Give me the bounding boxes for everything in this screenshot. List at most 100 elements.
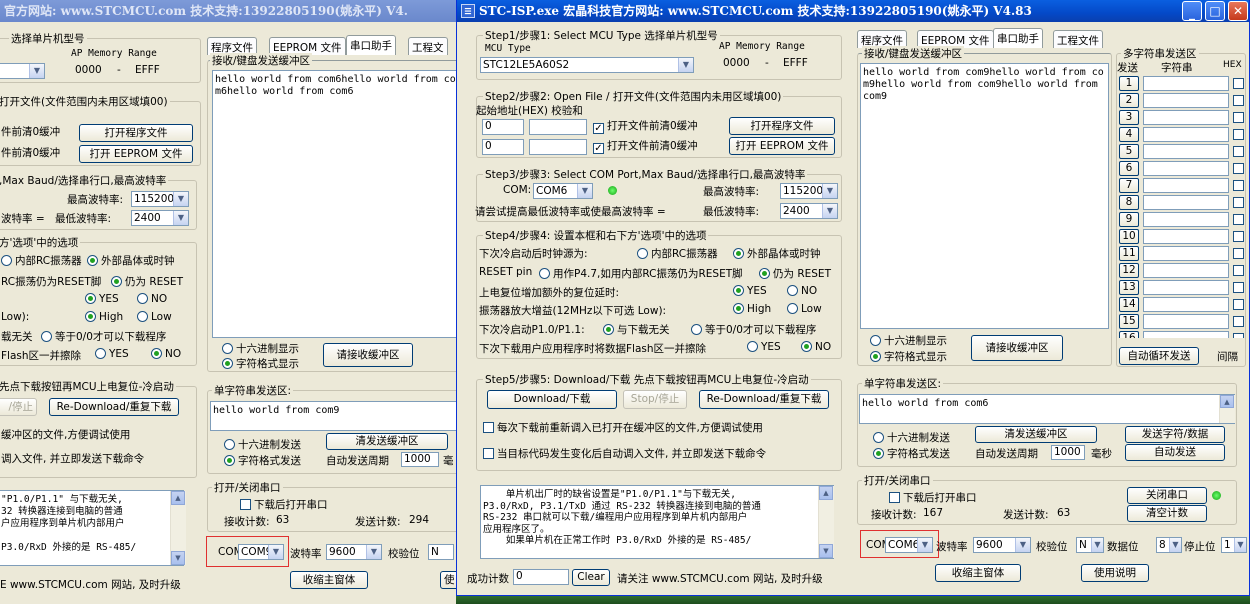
- multi-send-input[interactable]: [1143, 297, 1229, 312]
- bg-r3a[interactable]: YES: [85, 293, 119, 305]
- download-button[interactable]: Download/下载: [487, 390, 617, 409]
- multi-send-input[interactable]: [1143, 127, 1229, 142]
- multi-hex-checkbox[interactable]: [1233, 112, 1244, 123]
- mcu-type-select[interactable]: STC12LE5A60S2 ▼: [480, 57, 694, 73]
- serial-parity-select[interactable]: N ▼: [1076, 537, 1104, 553]
- scroll-down-icon[interactable]: ▼: [171, 551, 185, 565]
- multi-send-button[interactable]: 7: [1119, 178, 1139, 193]
- serial-data-bits-select[interactable]: 8 ▼: [1156, 537, 1182, 553]
- multi-send-input[interactable]: [1143, 331, 1229, 338]
- multi-hex-checkbox[interactable]: [1233, 265, 1244, 276]
- char-send-radio[interactable]: 字符格式发送: [873, 446, 950, 461]
- reload-before-download-check[interactable]: 每次下载前重新调入已打开在缓冲区的文件,方便调试使用: [483, 420, 763, 435]
- bg-open-on-dl[interactable]: 下载后打开串口: [240, 497, 328, 512]
- reset-p47-radio[interactable]: 用作P4.7,如用内部RC振荡仍为RESET脚: [539, 266, 743, 281]
- bg-open-eeprom-button[interactable]: 打开 EEPROM 文件: [79, 145, 193, 163]
- bg-clear-send-button[interactable]: 清发送缓冲区: [326, 433, 448, 450]
- scroll-down-icon[interactable]: ▼: [819, 544, 833, 558]
- auto-send-button[interactable]: 自动发送: [1125, 444, 1225, 461]
- bg-hex-display[interactable]: 十六进制显示: [222, 341, 299, 356]
- multi-hex-checkbox[interactable]: [1233, 316, 1244, 327]
- multi-hex-checkbox[interactable]: [1233, 163, 1244, 174]
- bg-r5b[interactable]: 等于0/0才可以下载程序: [41, 329, 166, 344]
- multi-send-button[interactable]: 13: [1119, 280, 1139, 295]
- clear-recv-button[interactable]: 请接收缓冲区: [971, 335, 1063, 361]
- multi-send-input[interactable]: [1143, 144, 1229, 159]
- multi-hex-checkbox[interactable]: [1233, 333, 1244, 338]
- clear-send-button[interactable]: 清发送缓冲区: [975, 426, 1097, 443]
- reset-keep-radio[interactable]: 仍为 RESET: [759, 266, 831, 281]
- scroll-up-icon[interactable]: ▲: [1220, 395, 1234, 408]
- multi-hex-checkbox[interactable]: [1233, 299, 1244, 310]
- bg-r6c[interactable]: NO: [151, 348, 181, 360]
- multi-send-input[interactable]: [1143, 246, 1229, 261]
- multi-send-button[interactable]: 3: [1119, 110, 1139, 125]
- multi-hex-checkbox[interactable]: [1233, 180, 1244, 191]
- multi-hex-checkbox[interactable]: [1233, 95, 1244, 106]
- multi-send-button[interactable]: 8: [1119, 195, 1139, 210]
- max-baud-select[interactable]: 115200 ▼: [780, 183, 838, 199]
- multi-hex-checkbox[interactable]: [1233, 78, 1244, 89]
- bg-period-input[interactable]: 1000: [401, 452, 439, 467]
- char-display-radio[interactable]: 字符格式显示: [870, 349, 947, 364]
- multi-send-button[interactable]: 5: [1119, 144, 1139, 159]
- clear-buffer-check-2[interactable]: ✓ 打开文件前清0缓冲: [593, 138, 698, 154]
- bg-use-button[interactable]: 使: [440, 571, 456, 589]
- clock-internal-radio[interactable]: 内部RC振荡器: [637, 246, 718, 261]
- open-eeprom-button[interactable]: 打开 EEPROM 文件: [729, 137, 835, 155]
- multi-send-input[interactable]: [1143, 161, 1229, 176]
- clear-count-button[interactable]: Clear: [572, 569, 610, 586]
- multi-send-button[interactable]: 1: [1119, 76, 1139, 91]
- single-send-text[interactable]: hello world from com6: [859, 394, 1235, 424]
- bg-hex-send[interactable]: 十六进制发送: [224, 437, 301, 452]
- multi-hex-checkbox[interactable]: [1233, 197, 1244, 208]
- multi-send-input[interactable]: [1143, 195, 1229, 210]
- hex-send-radio[interactable]: 十六进制发送: [873, 430, 950, 445]
- bg-baud-select[interactable]: 9600 ▼: [326, 544, 382, 560]
- multi-send-button[interactable]: 14: [1119, 297, 1139, 312]
- tab-serial-assistant[interactable]: 串口助手: [993, 28, 1043, 48]
- multi-send-input[interactable]: [1143, 280, 1229, 295]
- bg-stop-button[interactable]: /停止: [0, 398, 37, 416]
- start-address-2[interactable]: 0: [482, 139, 524, 155]
- bg-r6b[interactable]: YES: [95, 348, 129, 360]
- multi-send-button[interactable]: 2: [1119, 93, 1139, 108]
- minimize-icon[interactable]: _: [1182, 1, 1202, 21]
- multi-hex-checkbox[interactable]: [1233, 214, 1244, 225]
- multi-send-button[interactable]: 10: [1119, 229, 1139, 244]
- reset-delay-no-radio[interactable]: NO: [787, 285, 817, 297]
- bg-r2b[interactable]: 仍为 RESET: [111, 274, 183, 289]
- multi-send-input[interactable]: [1143, 178, 1229, 193]
- clear-counts-button[interactable]: 清空计数: [1127, 505, 1207, 522]
- bg-r4a[interactable]: High: [85, 311, 123, 323]
- multi-send-input[interactable]: [1143, 229, 1229, 244]
- bg-r1b[interactable]: 外部晶体或时钟: [87, 253, 175, 268]
- auto-cycle-button[interactable]: 自动循环发送: [1119, 347, 1199, 365]
- open-program-button[interactable]: 打开程序文件: [729, 117, 835, 135]
- hex-display-radio[interactable]: 十六进制显示: [870, 333, 947, 348]
- multi-hex-checkbox[interactable]: [1233, 129, 1244, 140]
- multi-send-input[interactable]: [1143, 263, 1229, 278]
- bg-redownload-button[interactable]: Re-Download/重复下载: [49, 398, 179, 416]
- bg-open-program-button[interactable]: 打开程序文件: [79, 124, 193, 142]
- bg-single-text[interactable]: hello world from com9: [210, 401, 456, 431]
- gain-high-radio[interactable]: High: [733, 303, 771, 315]
- gain-low-radio[interactable]: Low: [787, 303, 822, 315]
- bg-r4b[interactable]: Low: [137, 311, 172, 323]
- bg-collapse-button[interactable]: 收缩主窗体: [290, 571, 368, 589]
- multi-send-button[interactable]: 11: [1119, 246, 1139, 261]
- multi-send-button[interactable]: 15: [1119, 314, 1139, 329]
- stop-button[interactable]: Stop/停止: [623, 390, 687, 409]
- scroll-up-icon[interactable]: ▲: [171, 491, 185, 505]
- help-button[interactable]: 使用说明: [1081, 564, 1149, 582]
- clock-external-radio[interactable]: 外部晶体或时钟: [733, 246, 821, 261]
- multi-send-button[interactable]: 16: [1119, 331, 1139, 338]
- erase-yes-radio[interactable]: YES: [747, 341, 781, 353]
- min-baud-select[interactable]: 2400 ▼: [780, 203, 838, 219]
- send-data-button[interactable]: 发送字符/数据: [1125, 426, 1225, 443]
- bg-r1a[interactable]: 内部RC振荡器: [1, 253, 82, 268]
- recv-text[interactable]: hello world from com9hello world from co…: [860, 63, 1109, 329]
- single-send-scrollbar[interactable]: ▲: [1219, 395, 1235, 423]
- bg-char-display[interactable]: 字符格式显示: [222, 356, 299, 371]
- auto-reload-check[interactable]: 当目标代码发生变化后自动调入文件, 并立即发送下载命令: [483, 446, 766, 461]
